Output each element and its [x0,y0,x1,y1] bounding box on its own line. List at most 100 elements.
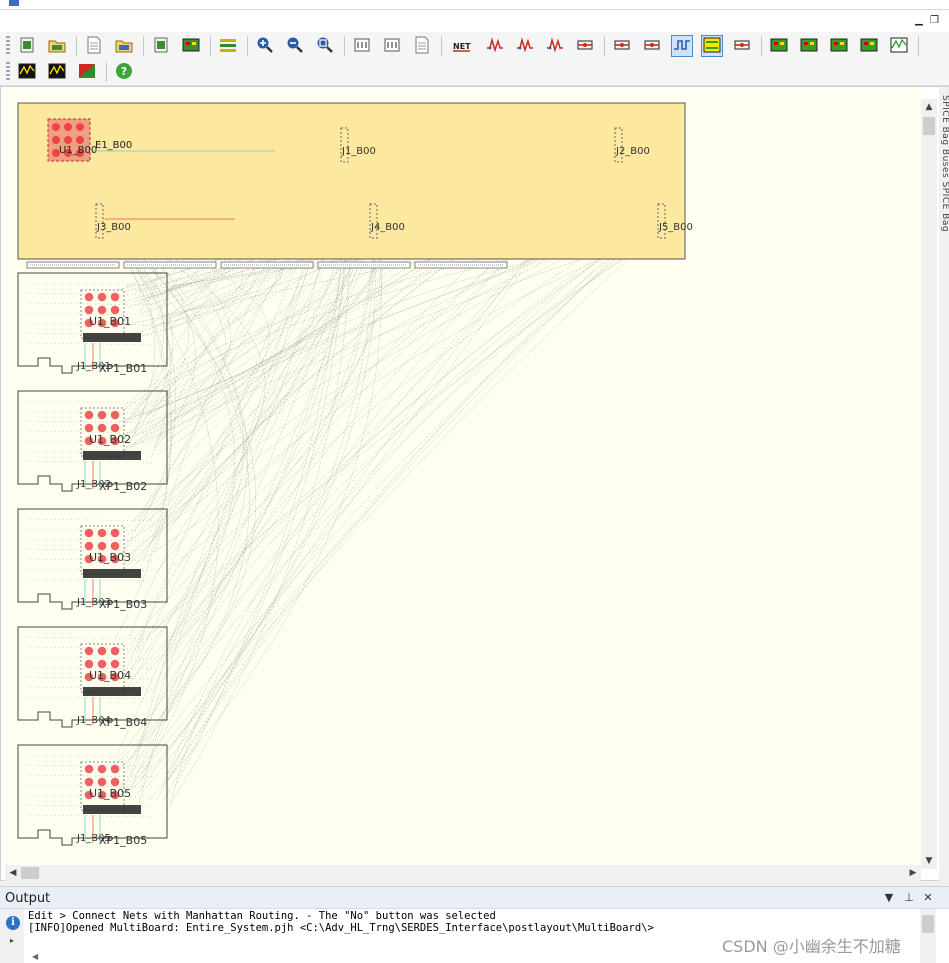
zoom-out-button[interactable] [284,35,306,57]
new-project-button[interactable] [16,35,38,57]
eye-diagram-button[interactable] [16,61,38,83]
toolbar-grip[interactable] [6,36,10,56]
sub-boards[interactable]: U1_B01J1_B01XP1_B01U1_B02J1_B02XP1_B02U1… [17,272,168,847]
bga-ball [84,423,94,433]
signal-integrity-button[interactable] [484,35,506,57]
open-project-button[interactable] [46,35,68,57]
rat-line [129,233,663,793]
top-board[interactable]: E1_B00U1_B00 J1_B00 J2_B00 J3_B00 J4_B00 J5_B… [17,102,693,260]
toolbar-separator [344,36,345,56]
scroll-thumb[interactable] [923,117,935,135]
output-header: Output ▼ ⊥ ✕ [0,887,949,909]
matrix-button[interactable] [351,35,373,57]
copy-board-button[interactable] [150,35,172,57]
restore-child-icon[interactable]: ❐ [930,15,939,26]
board-red-icon [770,36,788,57]
layout-canvas[interactable]: E1_B00 U1_B00 J1_B00 J2_B00 J3_B00 J4_B00 J5_B… [5,89,921,864]
panel-dropdown-icon[interactable]: ▼ [882,891,896,904]
side-panel-label: SPICE Bag Buses SPICE Bag [940,95,949,233]
output-scrollbar[interactable] [920,909,936,963]
board-ref-label: U1_B01 [89,315,131,328]
color-map-button[interactable] [76,61,98,83]
scroll-up-icon[interactable]: ▲ [921,99,937,115]
scroll-thumb[interactable] [922,915,934,933]
connect-nets-button[interactable] [701,35,723,57]
bga-ball [64,136,72,144]
scope-button[interactable] [888,35,910,57]
coupled-lines-button[interactable] [641,35,663,57]
toolbar-row-1: NET [6,34,925,58]
terminator-button[interactable] [574,35,596,57]
top-label-u1: U1_B00 [59,145,97,156]
rat-line [131,230,663,646]
vertical-scrollbar[interactable]: ▲ ▼ [921,99,937,869]
pin-row [26,460,156,464]
netlist-button[interactable]: NET [448,35,476,57]
report-button[interactable] [411,35,433,57]
route-wizard-button[interactable] [731,35,753,57]
minimize-child-icon[interactable]: ▁ [915,15,923,26]
pin-row [26,696,156,700]
scroll-right-icon[interactable]: ▶ [905,865,921,881]
sub-board-5[interactable]: U1_B05J1_B05XP1_B05 [17,744,168,847]
bga-ball [110,423,120,433]
output-line: Edit > Connect Nets with Manhattan Routi… [28,910,496,922]
top-label-j5: J5_B00 [658,222,693,233]
board-conn2-label: XP1_B02 [99,480,147,493]
layer-stack-button[interactable] [217,35,239,57]
rat-line [167,218,663,783]
multiboard-drawing[interactable]: E1_B00U1_B00 J1_B00 J2_B00 J3_B00 J4_B00 J5_B… [5,89,921,864]
svg-text:NET: NET [453,42,471,51]
side-panel-tab[interactable]: SPICE Bag Buses SPICE Bag [939,87,949,882]
board-multi-button[interactable] [858,35,880,57]
board-conn2-label: XP1_B01 [99,362,147,375]
zoom-out-icon [286,36,304,57]
zoom-in-button[interactable] [254,35,276,57]
connector-block [83,569,141,578]
board-multi-icon [860,36,878,57]
scroll-thumb[interactable] [21,867,39,879]
board-yellow-button[interactable] [828,35,850,57]
zoom-in-icon [256,36,274,57]
bga-ball [97,305,107,315]
scroll-left-icon[interactable]: ◀ [32,952,38,961]
pin-icon[interactable]: ⊥ [902,891,916,904]
pin-row [26,538,156,542]
zoom-fit-button[interactable] [314,35,336,57]
measure-button[interactable] [381,35,403,57]
close-panel-icon[interactable]: ✕ [921,891,935,904]
board-green-button[interactable] [798,35,820,57]
manhattan-route-button[interactable] [671,35,693,57]
pin-row [26,302,156,306]
toolbar-grip[interactable] [6,62,10,82]
toolbar: NET ? [0,32,949,86]
scroll-down-icon[interactable]: ▼ [921,853,937,869]
terminator-icon [576,36,594,57]
signal-integrity-icon [486,36,504,57]
board-red-button[interactable] [768,35,790,57]
open-project-icon [48,36,66,57]
crosstalk-button[interactable] [544,35,566,57]
sub-board-4[interactable]: U1_B04J1_B04XP1_B04 [17,626,168,729]
connector-button[interactable] [611,35,633,57]
bga-ball [110,528,120,538]
rat-line [131,208,663,680]
waveform-button[interactable] [514,35,536,57]
board-settings-button[interactable] [180,35,202,57]
new-file-button[interactable] [83,35,105,57]
bga-ball [110,777,120,787]
report-icon [413,36,431,57]
matrix-icon [353,36,371,57]
sub-board-3[interactable]: U1_B03J1_B03XP1_B03 [17,508,168,611]
spectrum-button[interactable] [46,61,68,83]
top-board-outline[interactable] [17,102,686,260]
scroll-left-icon[interactable]: ◀ [5,865,21,881]
help-button[interactable]: ? [113,61,135,83]
connect-nets-icon [703,36,721,57]
expand-arrow-icon[interactable]: ▸ [10,936,14,945]
top-label-e1: E1_B00 [95,140,132,151]
horizontal-scrollbar[interactable]: ◀ ▶ [5,865,921,881]
rat-line [99,205,248,693]
open-file-button[interactable] [113,35,135,57]
bga-ball [76,123,84,131]
